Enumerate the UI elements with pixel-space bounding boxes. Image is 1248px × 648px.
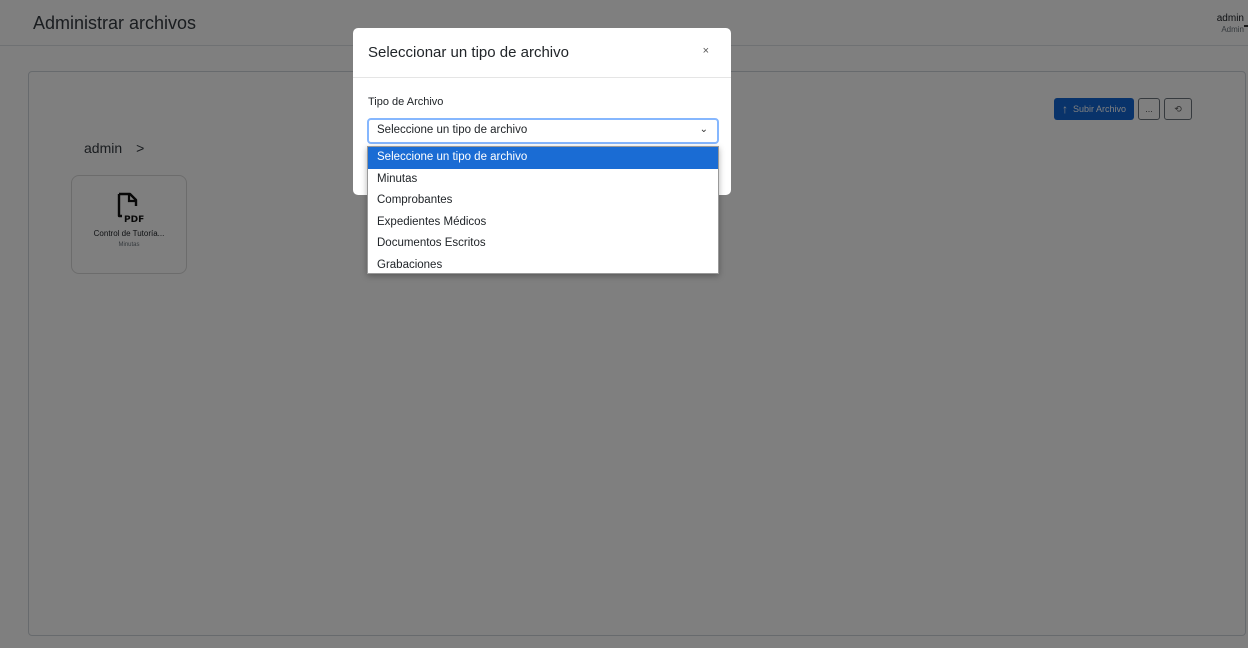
close-button[interactable]: × (703, 45, 709, 57)
dropdown-option-comprobantes[interactable]: Comprobantes (368, 190, 718, 212)
file-type-select-value: Seleccione un tipo de archivo (377, 124, 528, 136)
dropdown-option-grabaciones[interactable]: Grabaciones (368, 255, 718, 277)
file-type-select[interactable]: Seleccione un tipo de archivo ⌄ (367, 118, 719, 144)
file-type-dropdown: Seleccione un tipo de archivo Minutas Co… (367, 146, 719, 274)
chevron-down-icon: ⌄ (699, 124, 708, 135)
file-type-label: Tipo de Archivo (368, 96, 444, 108)
dropdown-option-documentos-escritos[interactable]: Documentos Escritos (368, 233, 718, 255)
dropdown-option-placeholder[interactable]: Seleccione un tipo de archivo (368, 147, 718, 169)
dropdown-option-expedientes-medicos[interactable]: Expedientes Médicos (368, 212, 718, 234)
modal-title: Seleccionar un tipo de archivo (368, 44, 569, 61)
modal-header: Seleccionar un tipo de archivo × (353, 28, 731, 78)
dropdown-option-minutas[interactable]: Minutas (368, 169, 718, 191)
